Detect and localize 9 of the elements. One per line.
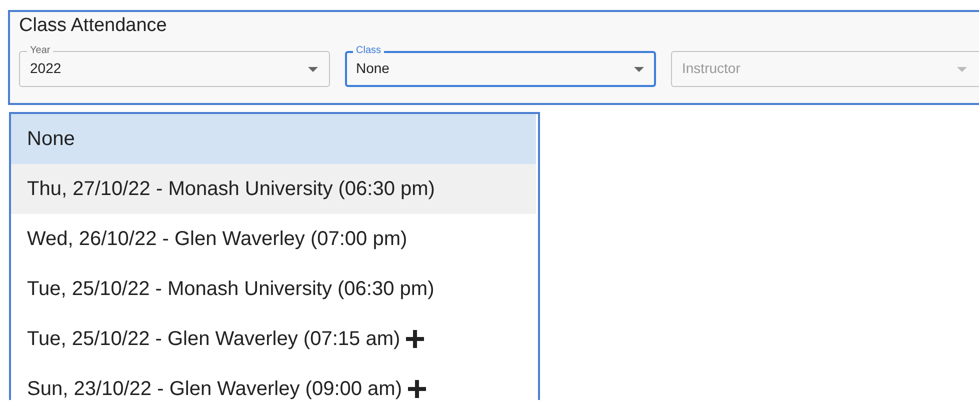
field-placeholder: Instructor	[682, 60, 740, 76]
menu-item[interactable]: Thu, 27/10/22 - Monash University (06:30 pm)	[11, 164, 536, 214]
field-value: None	[356, 60, 390, 76]
caret-icon	[308, 67, 318, 72]
panel-title: Class Attendance	[19, 14, 167, 35]
field-value: 2022	[30, 60, 62, 76]
caret-icon	[634, 67, 644, 72]
menu-item[interactable]: None	[11, 114, 536, 164]
caret-icon	[957, 67, 967, 72]
